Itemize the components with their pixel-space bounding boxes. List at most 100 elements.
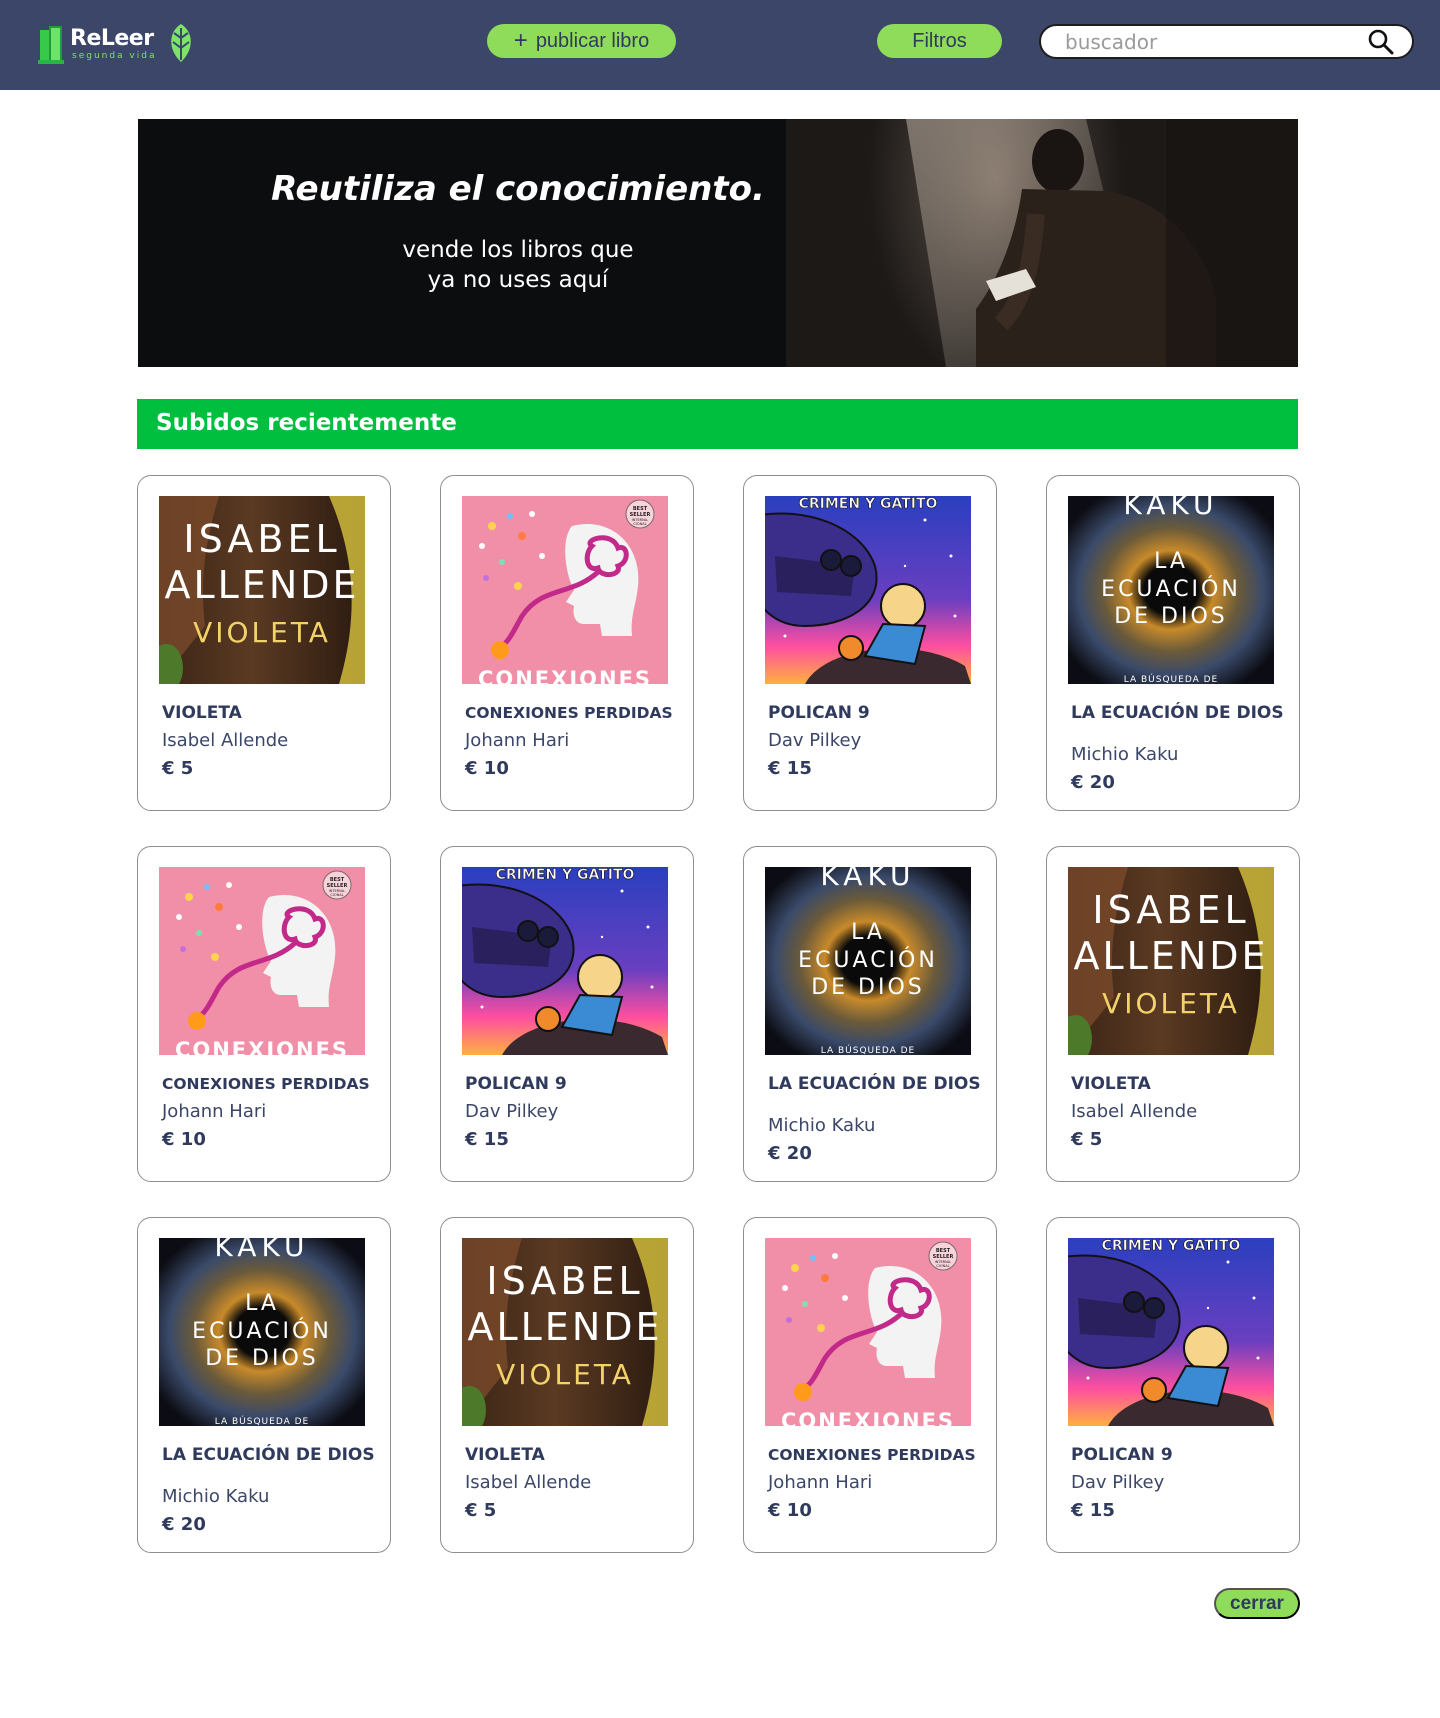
close-button[interactable]: cerrar [1214, 1588, 1300, 1619]
book-card[interactable]: ISABEL ALLENDE VIOLETA VIOLETA Isabel All… [137, 475, 391, 811]
cover-text: DE DIOS [811, 975, 925, 1000]
book-title[interactable]: POLICAN 9 [1071, 1444, 1286, 1466]
book-price: € 15 [1071, 1500, 1115, 1521]
book-title[interactable]: VIOLETA [465, 1444, 680, 1466]
cover-text: ALLENDE [1073, 934, 1268, 978]
book-author: Isabel Allende [1071, 1101, 1198, 1122]
book-author: Johann Hari [465, 730, 570, 751]
book-cover-image[interactable]: ISABEL ALLENDE VIOLETA [1068, 867, 1274, 1055]
cover-text: CONEXIONES [175, 1038, 349, 1055]
search-box [1039, 24, 1414, 59]
cover-text: KAKU [820, 867, 915, 892]
cover-text: CONEXIONES [781, 1409, 955, 1426]
book-cover-image[interactable]: KAKU LA ECUACIÓN DE DIOS LA BÚSQUEDA DE [1068, 496, 1274, 684]
cover-text: ECUACIÓN [798, 947, 938, 973]
book-cover-image[interactable]: KAKU LA ECUACIÓN DE DIOS LA BÚSQUEDA DE [159, 1238, 365, 1426]
book-title[interactable]: CONEXIONES PERDIDAS [162, 1073, 377, 1095]
book-title[interactable]: CONEXIONES PERDIDAS [465, 702, 680, 724]
publish-book-button[interactable]: + publicar libro [487, 24, 676, 58]
cover-text: LA BÚSQUEDA DE [215, 1415, 309, 1426]
book-cover-image[interactable]: CRIMEN Y GATITO [765, 496, 971, 684]
cover-text: CRIMEN Y GATITO [799, 496, 938, 512]
book-cover-image[interactable]: KAKU LA ECUACIÓN DE DIOS LA BÚSQUEDA DE [765, 867, 971, 1055]
book-title[interactable]: VIOLETA [1071, 1073, 1286, 1095]
book-cover-image[interactable]: CRIMEN Y GATITO [1068, 1238, 1274, 1426]
publish-book-label: publicar libro [535, 29, 650, 52]
cover-text: LA BÚSQUEDA DE [821, 1044, 915, 1055]
book-title[interactable]: POLICAN 9 [465, 1073, 680, 1095]
book-author: Michio Kaku [768, 1115, 876, 1136]
cover-text: ALLENDE [164, 563, 359, 607]
book-price: € 5 [465, 1500, 497, 1521]
cover-text: CIONAL [936, 1264, 949, 1268]
book-card[interactable]: ISABEL ALLENDE VIOLETA VIOLETA Isabel All… [1046, 846, 1300, 1182]
book-card[interactable]: CRIMEN Y GATITO POLICAN 9 Dav Pilkey € 15 [440, 846, 694, 1182]
hero-title: Reutiliza el conocimiento. [271, 169, 765, 209]
book-card[interactable]: KAKU LA ECUACIÓN DE DIOS LA BÚSQUEDA DE … [1046, 475, 1300, 811]
hero-subtitle: vende los libros que ya no uses aquí [368, 235, 668, 295]
book-author: Johann Hari [162, 1101, 267, 1122]
book-author: Dav Pilkey [768, 730, 862, 751]
cover-text: CRIMEN Y GATITO [1102, 1238, 1241, 1254]
book-price: € 20 [1071, 772, 1115, 793]
cover-text: CIONAL [330, 893, 343, 897]
plus-icon: + [513, 27, 528, 54]
book-card[interactable]: BEST SELLER INTERNA- CIONAL CONEXIONES C… [743, 1217, 997, 1553]
book-author: Michio Kaku [162, 1486, 270, 1507]
recent-uploads-header: Subidos recientemente [137, 399, 1298, 449]
book-cover-image[interactable]: ISABEL ALLENDE VIOLETA [462, 1238, 668, 1426]
cover-text: DE DIOS [205, 1346, 319, 1371]
cover-text: ISABEL [486, 1259, 643, 1303]
cover-text: LA [1154, 549, 1188, 574]
book-card[interactable]: BEST SELLER INTERNA- CIONAL CONEXIONES C… [440, 475, 694, 811]
cover-text: VIOLETA [496, 1358, 634, 1391]
book-card[interactable]: ISABEL ALLENDE VIOLETA VIOLETA Isabel All… [440, 1217, 694, 1553]
cover-text: KAKU [214, 1238, 309, 1263]
book-cover-image[interactable]: ISABEL ALLENDE VIOLETA [159, 496, 365, 684]
book-cover-image[interactable]: CRIMEN Y GATITO [462, 867, 668, 1055]
book-price: € 10 [768, 1500, 812, 1521]
cover-text: CRIMEN Y GATITO [496, 867, 635, 883]
filters-button[interactable]: Filtros [877, 24, 1002, 58]
book-cover-image[interactable]: BEST SELLER INTERNA- CIONAL CONEXIONES [765, 1238, 971, 1426]
cover-text: ECUACIÓN [1101, 576, 1241, 602]
hero-subtitle-line-1: vende los libros que [402, 237, 634, 263]
cover-text: VIOLETA [1102, 987, 1240, 1020]
book-title[interactable]: CONEXIONES PERDIDAS [768, 1444, 983, 1466]
cover-text: KAKU [1123, 496, 1218, 521]
filters-label: Filtros [912, 29, 967, 52]
book-price: € 10 [465, 758, 509, 779]
book-card[interactable]: CRIMEN Y GATITO POLICAN 9 Dav Pilkey € 15 [743, 475, 997, 811]
book-price: € 10 [162, 1129, 206, 1150]
search-input[interactable] [1065, 29, 1355, 55]
book-card[interactable]: CRIMEN Y GATITO POLICAN 9 Dav Pilkey € 15 [1046, 1217, 1300, 1553]
book-author: Dav Pilkey [1071, 1472, 1165, 1493]
cover-text: DE DIOS [1114, 604, 1228, 629]
hero-banner: Reutiliza el conocimiento. vende los lib… [138, 119, 1298, 367]
book-title[interactable]: LA ECUACIÓN DE DIOS [768, 1073, 983, 1095]
book-price: € 20 [162, 1514, 206, 1535]
book-card[interactable]: KAKU LA ECUACIÓN DE DIOS LA BÚSQUEDA DE … [137, 1217, 391, 1553]
search-icon[interactable] [1368, 29, 1394, 55]
logo-subtitle: segunda vida [72, 51, 157, 61]
book-cover-image[interactable]: BEST SELLER INTERNA- CIONAL CONEXIONES [462, 496, 668, 684]
book-title[interactable]: VIOLETA [162, 702, 377, 724]
book-card[interactable]: BEST SELLER INTERNA- CIONAL CONEXIONES C… [137, 846, 391, 1182]
cover-text: ECUACIÓN [192, 1318, 332, 1344]
cover-text: ISABEL [183, 517, 340, 561]
cover-text: VIOLETA [193, 616, 331, 649]
book-title[interactable]: POLICAN 9 [768, 702, 983, 724]
book-author: Isabel Allende [465, 1472, 592, 1493]
logo-title: ReLeer [70, 26, 154, 51]
book-title[interactable]: LA ECUACIÓN DE DIOS [162, 1444, 377, 1466]
cover-text: LA BÚSQUEDA DE [1124, 673, 1218, 684]
book-price: € 15 [768, 758, 812, 779]
hero-reader-image [786, 119, 1298, 367]
top-navbar: ReLeer segunda vida + publicar libro Fil… [0, 0, 1440, 90]
book-card[interactable]: KAKU LA ECUACIÓN DE DIOS LA BÚSQUEDA DE … [743, 846, 997, 1182]
book-cover-image[interactable]: BEST SELLER INTERNA- CIONAL CONEXIONES [159, 867, 365, 1055]
cover-text: ALLENDE [467, 1305, 662, 1349]
book-title[interactable]: LA ECUACIÓN DE DIOS [1071, 702, 1286, 724]
book-logo-icon [38, 24, 66, 64]
book-price: € 20 [768, 1143, 812, 1164]
